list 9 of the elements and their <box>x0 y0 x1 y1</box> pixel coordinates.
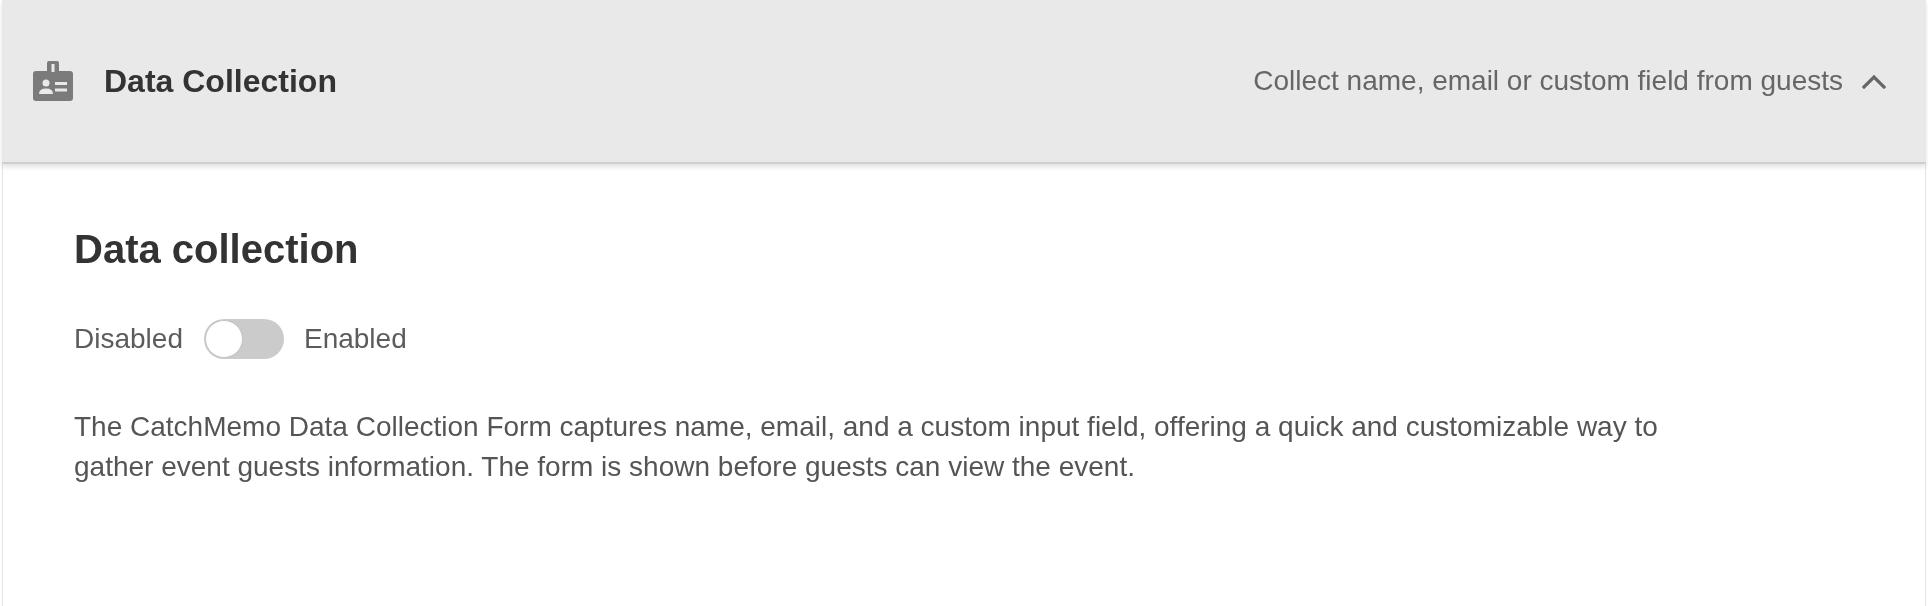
section-heading: Data collection <box>74 226 359 272</box>
description-text: The CatchMemo Data Collection Form captures name, email, and a custom input field, offering a quick and customizable way to gather event guests information. The form is shown before guests can view the event. <box>74 410 1659 484</box>
enabled-label: Enabled <box>303 322 407 356</box>
toggle-switch[interactable] <box>203 319 284 359</box>
accordion-header[interactable]: Data Collection Collect name, email or custom field from guests <box>2 0 1926 164</box>
disabled-label: Disabled <box>74 322 183 356</box>
panel-summary: Collect name, email or custom field from guests <box>1253 64 1843 98</box>
panel-title: Data Collection <box>104 62 337 101</box>
id-badge-icon <box>33 61 73 101</box>
